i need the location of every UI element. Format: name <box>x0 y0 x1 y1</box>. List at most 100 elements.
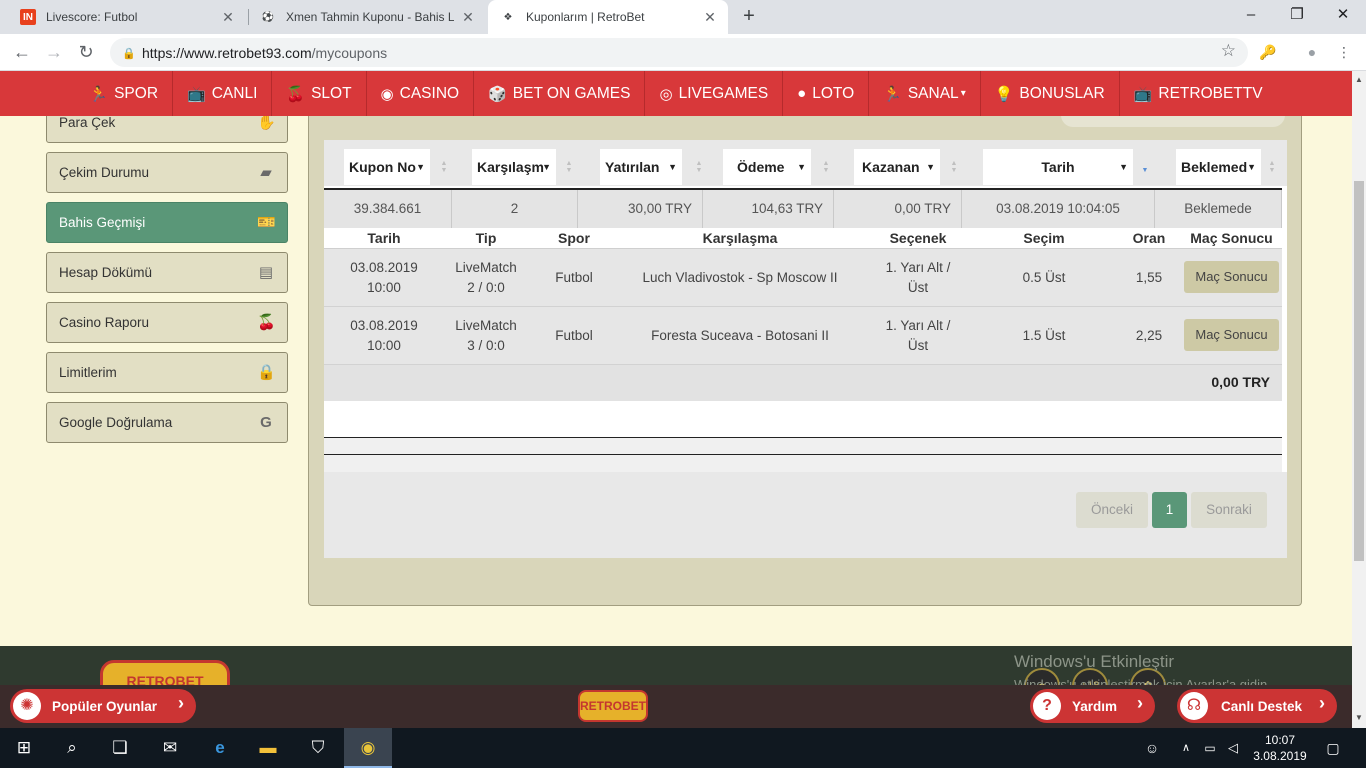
filter-odeme[interactable]: Ödeme ▼ <box>723 149 811 185</box>
tab-close-icon[interactable]: ✕ <box>702 9 718 26</box>
nav-item-livegames[interactable]: ◎ LIVEGAMES <box>645 71 784 116</box>
windows-start-icon[interactable]: ⊞ <box>0 728 48 768</box>
sidebar-item-cekim-durumu[interactable]: Çekim Durumu ▰ <box>46 152 288 193</box>
dropdown-arrow-icon: ▼ <box>1119 162 1128 172</box>
coupon-summary-row[interactable]: 39.384.661 2 30,00 TRY 104,63 TRY 0,00 T… <box>324 188 1282 228</box>
sidebar-item-google-dogrulama[interactable]: Google Doğrulama G <box>46 402 288 443</box>
nav-label: CANLI <box>211 84 258 102</box>
tray-chevron-icon[interactable]: ∧ <box>1176 728 1196 768</box>
prev-page-button[interactable]: Önceki <box>1076 492 1148 528</box>
file-explorer-icon[interactable]: ▬ <box>244 728 292 768</box>
scroll-thumb[interactable] <box>1354 181 1364 561</box>
notifications-icon[interactable]: ▢ <box>1318 728 1348 768</box>
chrome-icon[interactable]: ◉ <box>344 728 392 768</box>
edge-browser-icon[interactable]: e <box>196 728 244 768</box>
nav-item-loto[interactable]: ● LOTO <box>783 71 870 116</box>
retrobet-logo[interactable]: RETROBET <box>578 690 648 722</box>
sidebar-item-bahis-gecmisi[interactable]: Bahis Geçmişi 🎫 <box>46 202 288 243</box>
nav-item-bet-on-games[interactable]: 🎲 BET ON GAMES <box>474 71 646 116</box>
sidebar-item-para-cek[interactable]: Para Çek ✋ <box>46 116 288 143</box>
nav-item-bonuslar[interactable]: 💡 BONUSLAR <box>981 71 1120 116</box>
bookmark-star-icon[interactable]: ☆ <box>1221 41 1236 61</box>
help-button[interactable]: ? Yardım › <box>1030 689 1155 723</box>
nav-item-sanal[interactable]: 🏃 SANAL ▾ <box>869 71 981 116</box>
filter-kazanan[interactable]: Kazanan ▼ <box>854 149 940 185</box>
scroll-down-icon[interactable]: ▼ <box>1352 713 1366 722</box>
nav-item-retrobettv[interactable]: 📺 RETROBETTV <box>1120 71 1277 116</box>
volume-icon[interactable]: ◁ <box>1222 728 1244 768</box>
tab-close-icon[interactable]: ✕ <box>460 9 476 26</box>
extension-key-icon[interactable]: 🔑 <box>1258 42 1278 62</box>
match-name: Luch Vladivostok - Sp Moscow II <box>642 270 838 285</box>
filter-yatirilan[interactable]: Yatırılan ▼ <box>600 149 682 185</box>
taskbar-clock[interactable]: 10:07 3.08.2019 <box>1250 732 1310 764</box>
sort-arrows-icon[interactable]: ▲ ▼ <box>821 160 831 174</box>
maximize-icon[interactable]: ❐ <box>1274 0 1320 30</box>
filter-karsilasma[interactable]: Karşılaşm ▼ <box>472 149 556 185</box>
popular-games-button[interactable]: ✺ Popüler Oyunlar › <box>10 689 196 723</box>
nav-item-canli[interactable]: 📺 CANLI <box>173 71 273 116</box>
sort-arrows-icon[interactable]: ▲ ▼ <box>439 160 449 174</box>
tab-title: Kuponlarım | RetroBet <box>526 10 645 24</box>
filter-label: Kupon No <box>349 159 416 175</box>
coupon-number: 39.384.661 <box>324 190 452 228</box>
google-icon: G <box>260 414 272 431</box>
scroll-up-icon[interactable]: ▲ <box>1352 75 1366 84</box>
coupon-payout: 104,63 TRY <box>703 190 834 228</box>
task-view-icon[interactable]: ❏ <box>96 728 144 768</box>
detail-header-row: Tarih Tip Spor Karşılaşma Seçenek Seçim … <box>324 228 1282 249</box>
browser-tab-livescore[interactable]: IN Livescore: Futbol ✕ <box>8 0 246 34</box>
match-selection: 1.5 Üst <box>1022 328 1066 343</box>
match-name: Foresta Suceava - Botosani II <box>651 328 829 343</box>
pagination: Önceki 1 Sonraki <box>324 472 1287 558</box>
store-icon[interactable]: ⛉ <box>294 728 342 768</box>
match-result-button[interactable]: Maç Sonucu <box>1184 261 1279 293</box>
nav-item-casino[interactable]: ◉ CASINO <box>367 71 475 116</box>
lock-icon: 🔒 <box>257 364 276 381</box>
sidebar-item-label: Bahis Geçmişi <box>59 215 146 230</box>
new-tab-plus-icon[interactable]: + <box>738 5 760 27</box>
sidebar-item-limitlerim[interactable]: Limitlerim 🔒 <box>46 352 288 393</box>
menu-kebab-icon[interactable]: ⋮ <box>1334 42 1354 62</box>
sidebar-item-hesap-dokumu[interactable]: Hesap Dökümü ▤ <box>46 252 288 293</box>
battery-icon[interactable]: ▭ <box>1200 728 1220 768</box>
next-page-button[interactable]: Sonraki <box>1191 492 1267 528</box>
table-row: 03.08.2019 10:00 LiveMatch 3 / 0:0 Futbol … <box>324 307 1282 365</box>
page-1-button[interactable]: 1 <box>1152 492 1187 528</box>
filter-kupon-no[interactable]: Kupon No ▼ <box>344 149 430 185</box>
chevron-right-icon: › <box>1319 693 1325 713</box>
mail-icon[interactable]: ✉ <box>146 728 194 768</box>
page-scrollbar[interactable]: ▲ ▼ <box>1352 71 1366 728</box>
minimize-icon[interactable]: – <box>1228 0 1274 30</box>
filter-label: Yatırılan <box>605 159 660 175</box>
popular-games-label: Popüler Oyunlar <box>52 698 158 714</box>
back-arrow-icon[interactable]: ← <box>10 40 34 64</box>
tab-close-icon[interactable]: ✕ <box>220 9 236 26</box>
sort-desc-active-icon[interactable]: ▼ <box>1140 167 1150 174</box>
live-support-button[interactable]: ☊ Canlı Destek › <box>1177 689 1337 723</box>
url-input[interactable]: 🔒 https://www.retrobet93.com/mycoupons ☆ <box>110 38 1248 67</box>
table-row: 03.08.2019 10:00 LiveMatch 2 / 0:0 Futbol … <box>324 249 1282 307</box>
sort-arrows-icon[interactable]: ▲ ▼ <box>564 160 574 174</box>
reload-icon[interactable]: ↻ <box>74 40 98 64</box>
nav-item-spor[interactable]: 🏃 SPOR <box>75 71 174 116</box>
profile-avatar-icon[interactable]: ● <box>1302 42 1322 62</box>
filter-tarih[interactable]: Tarih ▼ <box>983 149 1133 185</box>
filter-label: Kazanan <box>862 159 920 175</box>
browser-tab-retrobet[interactable]: ❖ Kuponlarım | RetroBet ✕ <box>488 0 728 34</box>
close-window-icon[interactable]: ✕ <box>1320 0 1366 30</box>
nav-label: SANAL <box>907 84 959 102</box>
sort-arrows-icon[interactable]: ▲ ▼ <box>694 160 704 174</box>
browser-tab-xmen[interactable]: ⚽ Xmen Tahmin Kuponu - Bahis Lol ✕ <box>248 0 486 34</box>
search-icon[interactable]: ⌕ <box>48 728 96 768</box>
sidebar-item-casino-raporu[interactable]: Casino Raporu 🍒 <box>46 302 288 343</box>
people-icon[interactable]: ☺ <box>1140 728 1164 768</box>
match-result-button[interactable]: Maç Sonucu <box>1184 319 1279 351</box>
sort-arrows-icon[interactable]: ▲ ▼ <box>949 160 959 174</box>
forward-arrow-icon[interactable]: → <box>42 40 66 64</box>
nav-item-slot[interactable]: 🍒 SLOT <box>272 71 367 116</box>
windows-activation-title: Windows'u Etkinleştir <box>1014 652 1175 671</box>
filter-durum[interactable]: Beklemed ▼ <box>1176 149 1261 185</box>
dropdown-arrow-icon: ▼ <box>797 162 806 172</box>
sort-arrows-icon[interactable]: ▲ ▼ <box>1267 160 1277 174</box>
